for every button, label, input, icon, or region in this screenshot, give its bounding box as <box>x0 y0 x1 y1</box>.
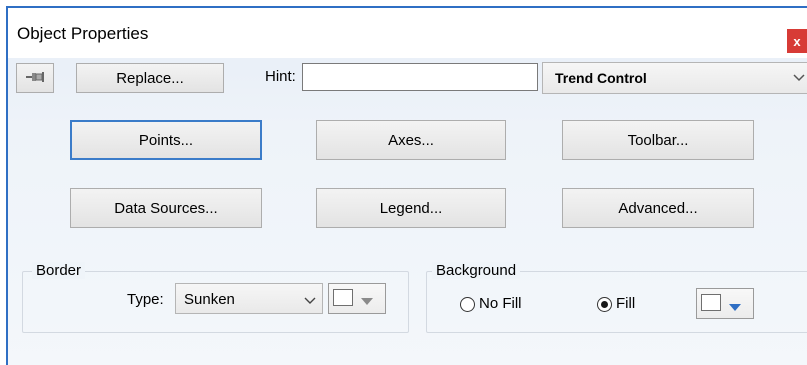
border-type-value: Sunken <box>184 291 235 308</box>
advanced-button[interactable]: Advanced... <box>562 188 754 228</box>
no-fill-label: No Fill <box>479 295 522 312</box>
hint-input[interactable] <box>302 63 538 91</box>
axes-button[interactable]: Axes... <box>316 120 506 160</box>
points-button[interactable]: Points... <box>70 120 262 160</box>
close-button[interactable]: x <box>787 29 807 53</box>
replace-button[interactable]: Replace... <box>76 63 224 93</box>
pin-button[interactable] <box>16 63 54 93</box>
object-properties-window: Object Properties x Replace... Hint: Tre… <box>6 6 807 365</box>
border-color-picker[interactable] <box>328 283 386 314</box>
data-sources-button[interactable]: Data Sources... <box>70 188 262 228</box>
border-color-swatch <box>333 289 353 306</box>
border-type-select[interactable]: Sunken <box>175 283 323 314</box>
no-fill-radio[interactable] <box>460 297 475 312</box>
background-group-label: Background <box>432 262 521 279</box>
legend-button[interactable]: Legend... <box>316 188 506 228</box>
border-group-label: Border <box>32 262 86 279</box>
chevron-down-icon <box>792 71 806 89</box>
caret-down-icon <box>361 293 373 310</box>
window-title: Object Properties <box>17 24 149 43</box>
object-type-value: Trend Control <box>555 70 647 86</box>
chevron-down-icon <box>304 293 316 310</box>
pin-icon <box>25 70 45 87</box>
background-color-swatch <box>701 294 721 311</box>
object-type-dropdown[interactable]: Trend Control <box>542 62 807 94</box>
background-color-picker[interactable] <box>696 288 754 319</box>
close-icon: x <box>793 33 801 49</box>
fill-radio[interactable] <box>597 297 612 312</box>
toolbar-button[interactable]: Toolbar... <box>562 120 754 160</box>
hint-label: Hint: <box>265 68 296 85</box>
border-type-label: Type: <box>127 291 164 308</box>
title-bar: Object Properties x <box>8 8 807 58</box>
fill-label: Fill <box>616 295 636 312</box>
caret-down-icon <box>729 299 741 316</box>
